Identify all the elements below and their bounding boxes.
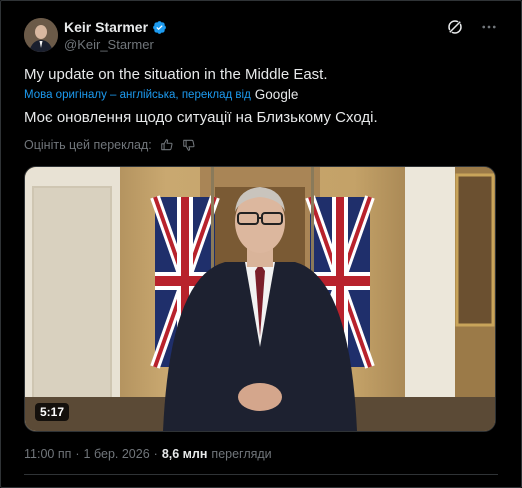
meta-separator: ·: [75, 447, 80, 461]
author-handle[interactable]: @Keir_Starmer: [64, 37, 154, 52]
meta-separator-2: ·: [153, 447, 158, 461]
video-player[interactable]: [24, 166, 496, 432]
post-meta: 11:00 пп · 1 бер. 2026 · 8,6 млн перегля…: [24, 447, 272, 461]
translated-text: Моє оновлення щодо ситуації на Близькому…: [24, 109, 378, 126]
more-options-icon[interactable]: [480, 18, 498, 36]
verified-badge-icon: [153, 20, 166, 34]
thumbs-up-icon[interactable]: [160, 138, 174, 152]
post-time[interactable]: 11:00 пп: [24, 447, 71, 461]
author-name[interactable]: Keir Starmer: [64, 19, 148, 35]
author-avatar[interactable]: [24, 18, 58, 52]
author-name-row[interactable]: Keir Starmer: [64, 19, 167, 35]
post-text: My update on the situation in the Middle…: [24, 66, 328, 83]
post-date[interactable]: 1 бер. 2026: [84, 447, 150, 461]
post-actions-top: [446, 18, 498, 36]
translation-note[interactable]: Мова оригіналу – англійська, переклад ві…: [24, 87, 298, 102]
views-count: 8,6 млн: [161, 447, 208, 461]
grok-icon[interactable]: [446, 18, 464, 36]
avatar-image: [24, 18, 58, 52]
translation-provider: Google: [254, 87, 299, 102]
rate-translation-label: Оцініть цей переклад:: [24, 138, 152, 152]
video-thumbnail[interactable]: [25, 167, 495, 431]
views-label: перегляди: [211, 447, 272, 461]
thumbs-down-icon[interactable]: [182, 138, 196, 152]
rate-translation: Оцініть цей переклад:: [24, 138, 196, 152]
divider: [24, 474, 498, 475]
video-duration-badge: 5:17: [35, 403, 70, 421]
translation-note-text[interactable]: Мова оригіналу – англійська, переклад ві…: [24, 89, 251, 101]
